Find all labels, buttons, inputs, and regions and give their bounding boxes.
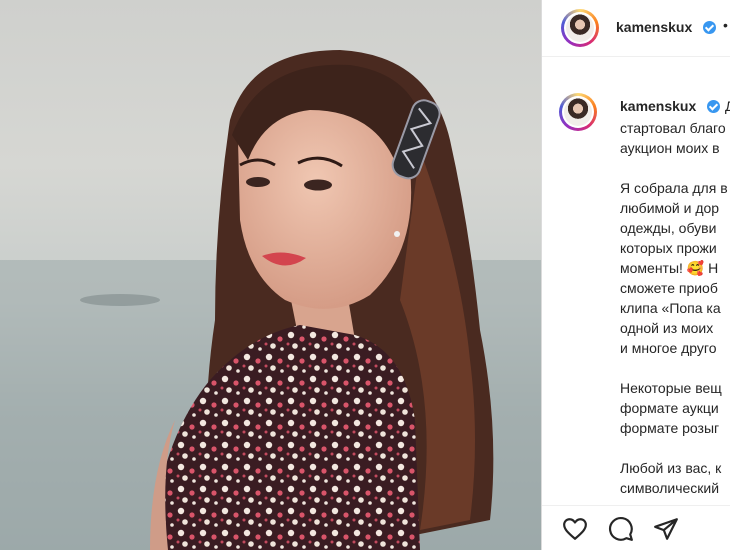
header-avatar[interactable] [561, 9, 599, 47]
caption-line: аукцион моих в [620, 140, 720, 156]
caption-gap [620, 358, 730, 378]
caption-line: моменты! 🥰 Н [620, 260, 719, 276]
post-header: kamenskux • [542, 0, 730, 57]
caption-header: kamenskux [620, 98, 696, 114]
header-username[interactable]: kamenskux [616, 19, 692, 35]
caption-line: сможете приоб [620, 280, 718, 296]
caption-line: формате аукци [620, 400, 719, 416]
caption-line: стартовал благо [620, 120, 726, 136]
caption-gap [620, 158, 730, 178]
share-icon[interactable] [653, 516, 679, 542]
caption-username[interactable]: kamenskux [620, 98, 696, 114]
caption-line: любимой и дор [620, 200, 720, 216]
photo-illustration [0, 50, 541, 550]
caption-avatar[interactable] [559, 93, 597, 131]
caption-line: Любой из вас, к [620, 460, 722, 476]
post-photo[interactable] [0, 0, 541, 550]
verified-badge-icon [703, 21, 716, 34]
heart-icon[interactable] [562, 516, 588, 542]
caption-line: формате розыг [620, 420, 720, 436]
caption-gap [620, 438, 730, 458]
caption-line: которых прожи [620, 240, 717, 256]
caption-text: стартовал благо аукцион моих в Я собрала д… [620, 118, 730, 498]
caption-line: Некоторые вещ [620, 380, 722, 396]
caption-line: символический [620, 480, 720, 496]
caption-line: Я собрала для в [620, 180, 728, 196]
comment-icon[interactable] [608, 516, 634, 542]
more-options-icon[interactable]: • [723, 17, 728, 33]
caption-line: одной из моих [620, 320, 714, 336]
caption-verified-badge-icon [707, 100, 720, 113]
caption-line: одежды, обуви [620, 220, 717, 236]
post-side-panel: kamenskux • kamenskux Д стартовал благо а… [542, 0, 730, 550]
caption-line: клипа «Попа ка [620, 300, 721, 316]
caption-line: и многое друго [620, 340, 717, 356]
caption-first-word: Д [725, 98, 730, 114]
post-actions-bar [542, 505, 730, 550]
